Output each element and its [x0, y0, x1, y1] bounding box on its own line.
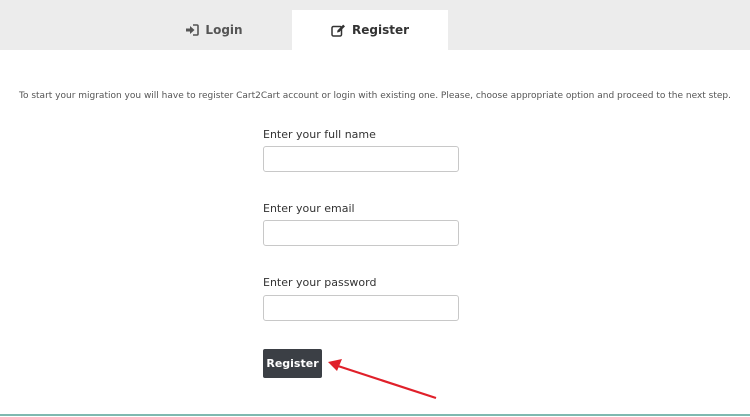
bottom-border — [0, 414, 750, 416]
annotation-arrow — [328, 359, 437, 400]
